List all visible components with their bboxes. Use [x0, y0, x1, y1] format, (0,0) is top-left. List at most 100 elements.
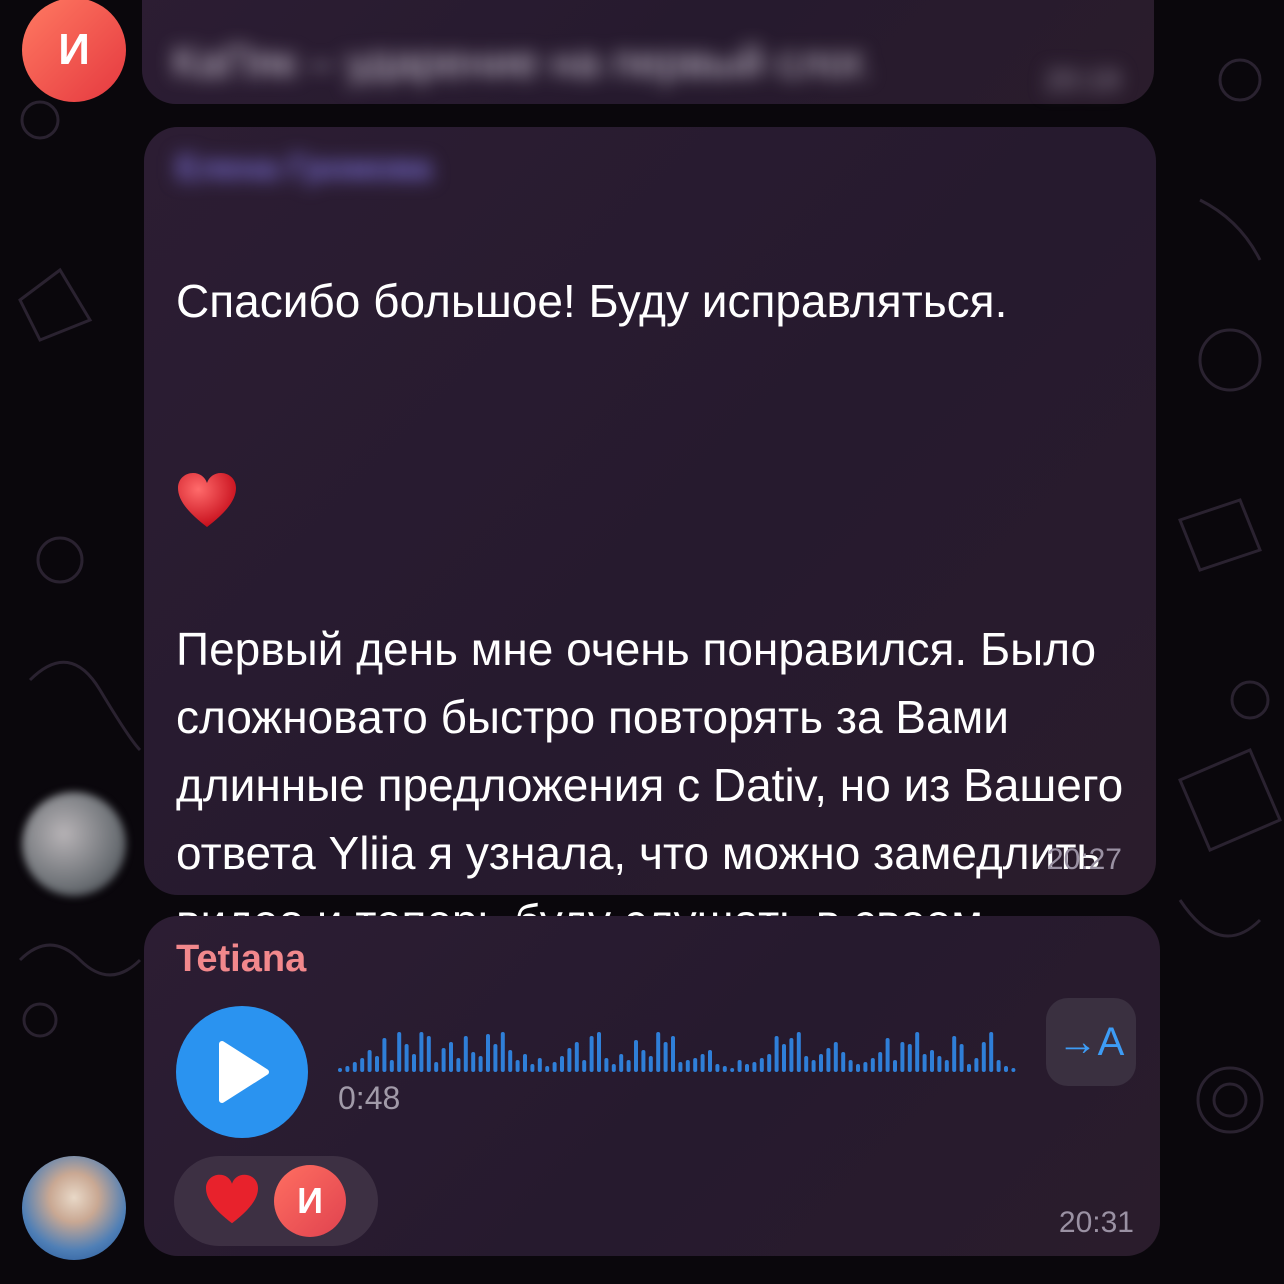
waveform-bar [959, 1044, 964, 1072]
waveform-bar [937, 1056, 942, 1072]
avatar[interactable]: И [22, 0, 126, 102]
waveform-bar [944, 1060, 949, 1072]
waveform-bar [493, 1044, 498, 1072]
waveform-bar [907, 1044, 912, 1072]
waveform-bar [826, 1048, 831, 1072]
waveform-bar [722, 1066, 727, 1072]
waveform-bar [582, 1060, 587, 1072]
waveform-bar [996, 1060, 1001, 1072]
waveform-bar [456, 1058, 461, 1072]
waveform-bar [597, 1032, 601, 1072]
waveform-bar [338, 1068, 342, 1072]
waveform-bar [981, 1042, 986, 1072]
waveform-bar [434, 1062, 439, 1072]
reactions-bar[interactable]: И [174, 1156, 378, 1246]
waveform-bar [611, 1064, 616, 1072]
waveform-bar [989, 1032, 994, 1072]
heart-icon [176, 403, 238, 547]
waveform-bar [412, 1054, 416, 1072]
waveform-bar [426, 1036, 431, 1072]
message-time: 20:27 [1046, 843, 1122, 876]
voice-duration: 0:48 [338, 1080, 401, 1116]
waveform-bar [656, 1032, 661, 1072]
waveform-bar [833, 1042, 838, 1072]
play-icon [219, 1041, 269, 1103]
waveform-bar [375, 1056, 379, 1072]
avatar[interactable] [22, 1156, 126, 1260]
waveform-bar [819, 1054, 823, 1072]
message-text: КаПяк – ударение на первый слог. [172, 38, 873, 87]
waveform-bar [352, 1062, 357, 1072]
waveform-bar [419, 1032, 424, 1072]
waveform-bar [685, 1060, 690, 1072]
waveform-bar [560, 1056, 564, 1072]
waveform-bar [486, 1034, 490, 1072]
waveform-bar [634, 1040, 638, 1072]
waveform-bar [848, 1060, 853, 1072]
voice-message-bubble[interactable]: Tetiana 0:48 →A И 20:31 [144, 916, 1160, 1256]
waveform-bar [974, 1058, 979, 1072]
waveform-bar [367, 1050, 372, 1072]
waveform-bar [441, 1048, 446, 1072]
waveform-bar [397, 1032, 402, 1072]
waveform-bar [523, 1054, 527, 1072]
waveform-bar [537, 1058, 542, 1072]
waveform-bar [604, 1058, 609, 1072]
waveform-bar [885, 1038, 890, 1072]
waveform-bar [382, 1038, 387, 1072]
message-bubble[interactable]: КаПяк – ударение на первый слог. 20:19 [142, 0, 1154, 104]
play-button[interactable] [176, 1006, 308, 1138]
waveform-bar [841, 1052, 846, 1072]
waveform-bar [1004, 1066, 1008, 1072]
waveform-bar [404, 1044, 409, 1072]
waveform-bar [796, 1032, 801, 1072]
waveform-bar [619, 1054, 624, 1072]
waveform-bar [863, 1062, 868, 1072]
waveform-bar [1011, 1068, 1016, 1072]
waveform-bar [700, 1054, 705, 1072]
message-time: 20:31 [1058, 1206, 1134, 1239]
waveform-bar [545, 1066, 550, 1072]
sender-name[interactable]: Елена Громова [176, 149, 432, 188]
waveform-bar [693, 1058, 698, 1072]
waveform-bar [737, 1060, 742, 1072]
waveform-bar [471, 1052, 476, 1072]
waveform-bar [730, 1068, 735, 1072]
message-time: 20:19 [1044, 64, 1120, 97]
waveform-bar [930, 1050, 934, 1072]
waveform-bar [745, 1064, 749, 1072]
waveform-bar [767, 1054, 772, 1072]
transcribe-button[interactable]: →A [1046, 998, 1136, 1086]
waveform-bar [708, 1050, 712, 1072]
waveform-bar [782, 1044, 786, 1072]
message-bubble[interactable]: Елена Громова Спасибо большое! Буду испр… [144, 127, 1156, 1151]
waveform-bar [515, 1060, 520, 1072]
waveform-bar [641, 1050, 646, 1072]
waveform-bar [811, 1060, 816, 1072]
waveform-bar [574, 1042, 579, 1072]
waveform-bar [552, 1062, 557, 1072]
waveform-bar [774, 1036, 779, 1072]
waveform-bar [389, 1060, 394, 1072]
waveform-bar [678, 1062, 683, 1072]
waveform-bar [530, 1064, 535, 1072]
waveform-bar [870, 1058, 875, 1072]
sender-name[interactable]: Tetiana [176, 938, 306, 981]
voice-waveform[interactable] [338, 1024, 1018, 1074]
message-text-part1: Спасибо большое! Буду исправляться. [176, 275, 1008, 327]
reaction-avatar[interactable]: И [274, 1165, 346, 1237]
heart-reaction-icon[interactable] [204, 1173, 260, 1230]
waveform-bar [900, 1042, 905, 1072]
reaction-avatar-letter: И [297, 1180, 323, 1221]
avatar[interactable] [22, 792, 126, 896]
waveform-bar [878, 1052, 883, 1072]
avatar-letter: И [58, 25, 90, 74]
waveform-bar [663, 1042, 668, 1072]
waveform-bar [478, 1056, 483, 1072]
waveform-bar [671, 1036, 675, 1072]
waveform-bar [360, 1058, 365, 1072]
waveform-bar [500, 1032, 505, 1072]
waveform-bar [952, 1036, 957, 1072]
waveform-bar [915, 1032, 920, 1072]
waveform-bar [804, 1056, 809, 1072]
